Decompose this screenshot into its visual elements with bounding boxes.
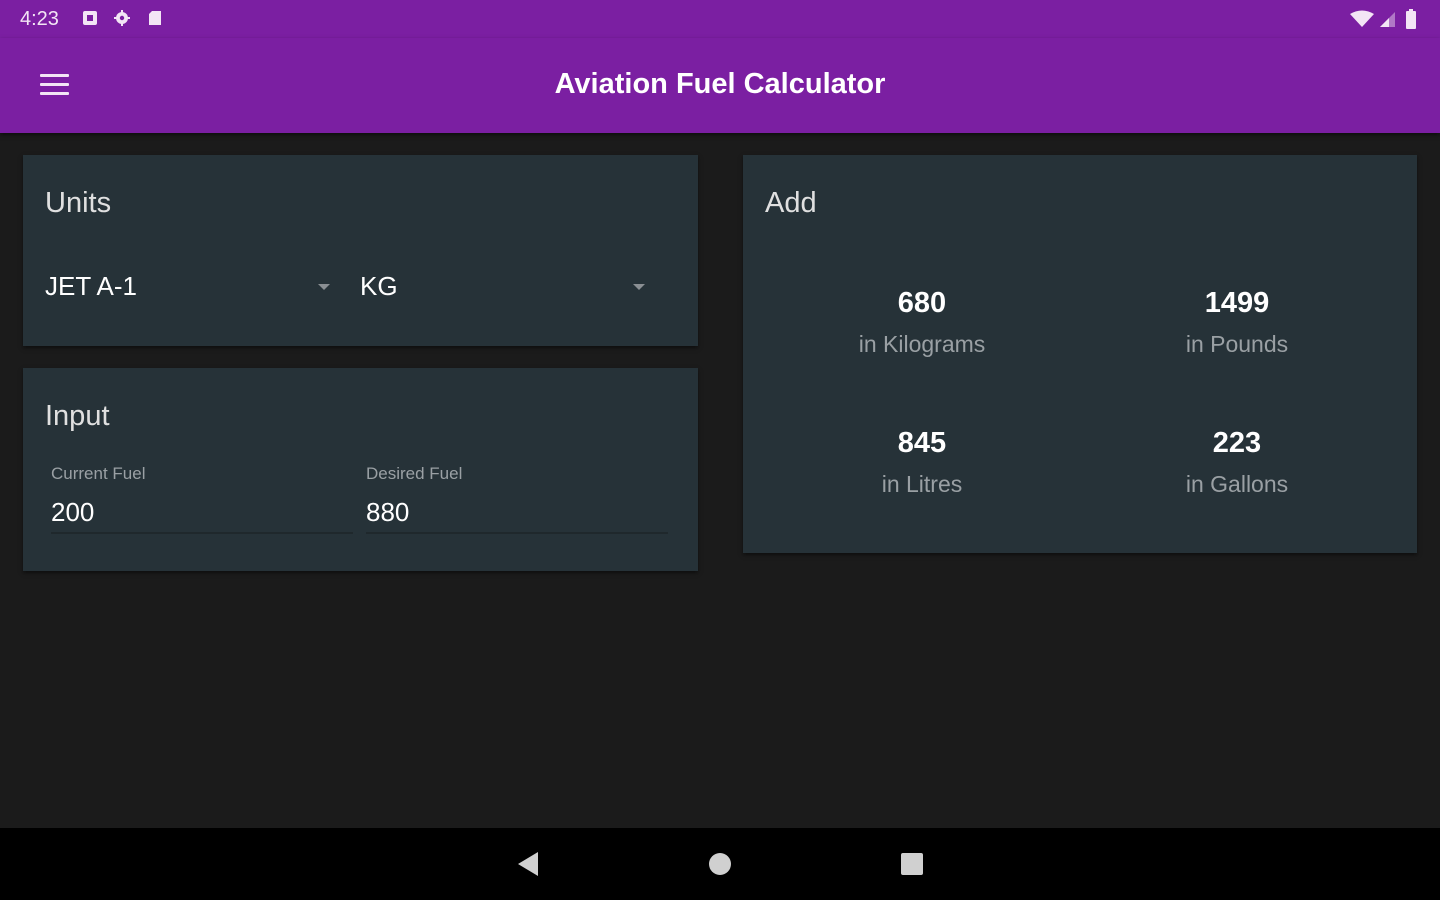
status-time: 4:23 [20,8,59,30]
current-fuel-field: Current Fuel [51,464,353,536]
app-title: Aviation Fuel Calculator [554,68,886,100]
wifi-icon [1350,10,1374,27]
result-value: 845 [897,427,947,459]
result-value: 1499 [1204,287,1270,319]
cell-signal-icon [1380,12,1395,27]
add-card: Add 680 in Kilograms 1499 in Pounds 845 … [743,155,1417,553]
current-fuel-input[interactable] [51,492,353,534]
home-icon[interactable] [696,840,744,888]
result-value: 680 [897,287,947,319]
units-card: Units JET A-1 KG [23,155,698,346]
result-unit: in Gallons [1185,471,1289,497]
result-unit: in Litres [881,471,963,497]
desired-fuel-label: Desired Fuel [366,464,463,483]
battery-icon [1406,9,1416,29]
sd-card-icon [149,11,161,25]
unit-spinner[interactable]: KG [360,271,650,311]
settings-gear-icon [114,10,130,26]
back-icon[interactable] [504,840,552,888]
desired-fuel-field: Desired Fuel [366,464,668,536]
result-value: 223 [1212,427,1262,459]
notification-box-icon [83,11,97,25]
input-card: Input Current Fuel Desired Fuel [23,368,698,571]
status-bar: 4:23 [0,0,1440,38]
fuel-type-spinner[interactable]: JET A-1 [45,271,335,311]
result-litres: 845 in Litres [762,425,1082,499]
result-unit: in Kilograms [858,331,986,357]
current-fuel-label: Current Fuel [51,464,146,483]
desired-fuel-input[interactable] [366,492,668,534]
input-card-title: Input [45,400,110,432]
app-bar: Aviation Fuel Calculator [0,38,1440,133]
result-kilograms: 680 in Kilograms [762,285,1082,359]
add-card-title: Add [765,187,817,219]
result-pounds: 1499 in Pounds [1077,285,1397,359]
navigation-bar [0,828,1440,900]
units-card-title: Units [45,187,112,219]
fuel-type-dropdown-arrow-icon [318,284,330,290]
unit-value: KG [360,271,398,301]
fuel-type-value: JET A-1 [45,271,138,301]
result-unit: in Pounds [1185,331,1289,357]
recents-icon[interactable] [888,840,936,888]
unit-dropdown-arrow-icon [633,284,645,290]
result-gallons: 223 in Gallons [1077,425,1397,499]
